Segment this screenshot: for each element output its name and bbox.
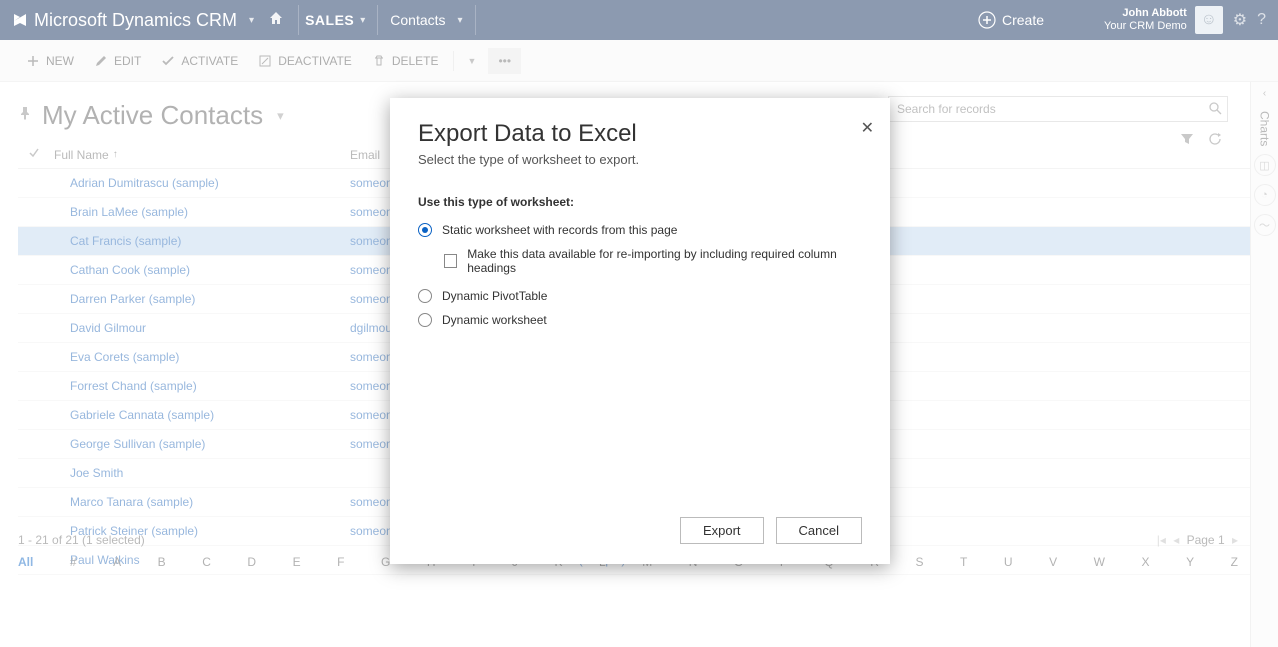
radio-static-worksheet[interactable]: Static worksheet with records from this …: [418, 223, 862, 237]
worksheet-type-label: Use this type of worksheet:: [418, 195, 862, 209]
radio-dynamic-label: Dynamic worksheet: [442, 313, 547, 327]
checkbox-icon: [444, 254, 457, 268]
close-icon[interactable]: ✕: [861, 118, 874, 138]
radio-pivot-label: Dynamic PivotTable: [442, 289, 547, 303]
radio-static-label: Static worksheet with records from this …: [442, 223, 677, 237]
dialog-title: Export Data to Excel: [418, 120, 862, 148]
dialog-subtitle: Select the type of worksheet to export.: [418, 152, 862, 167]
export-excel-dialog: ✕ Export Data to Excel Select the type o…: [390, 98, 890, 564]
radio-dynamic-pivot[interactable]: Dynamic PivotTable: [418, 289, 862, 303]
checkbox-reimport[interactable]: Make this data available for re-importin…: [444, 247, 862, 275]
radio-dynamic-worksheet[interactable]: Dynamic worksheet: [418, 313, 862, 327]
export-button[interactable]: Export: [680, 517, 764, 544]
radio-icon: [418, 289, 432, 303]
radio-icon: [418, 223, 432, 237]
radio-icon: [418, 313, 432, 327]
checkbox-reimport-label: Make this data available for re-importin…: [467, 247, 862, 275]
cancel-button[interactable]: Cancel: [776, 517, 862, 544]
